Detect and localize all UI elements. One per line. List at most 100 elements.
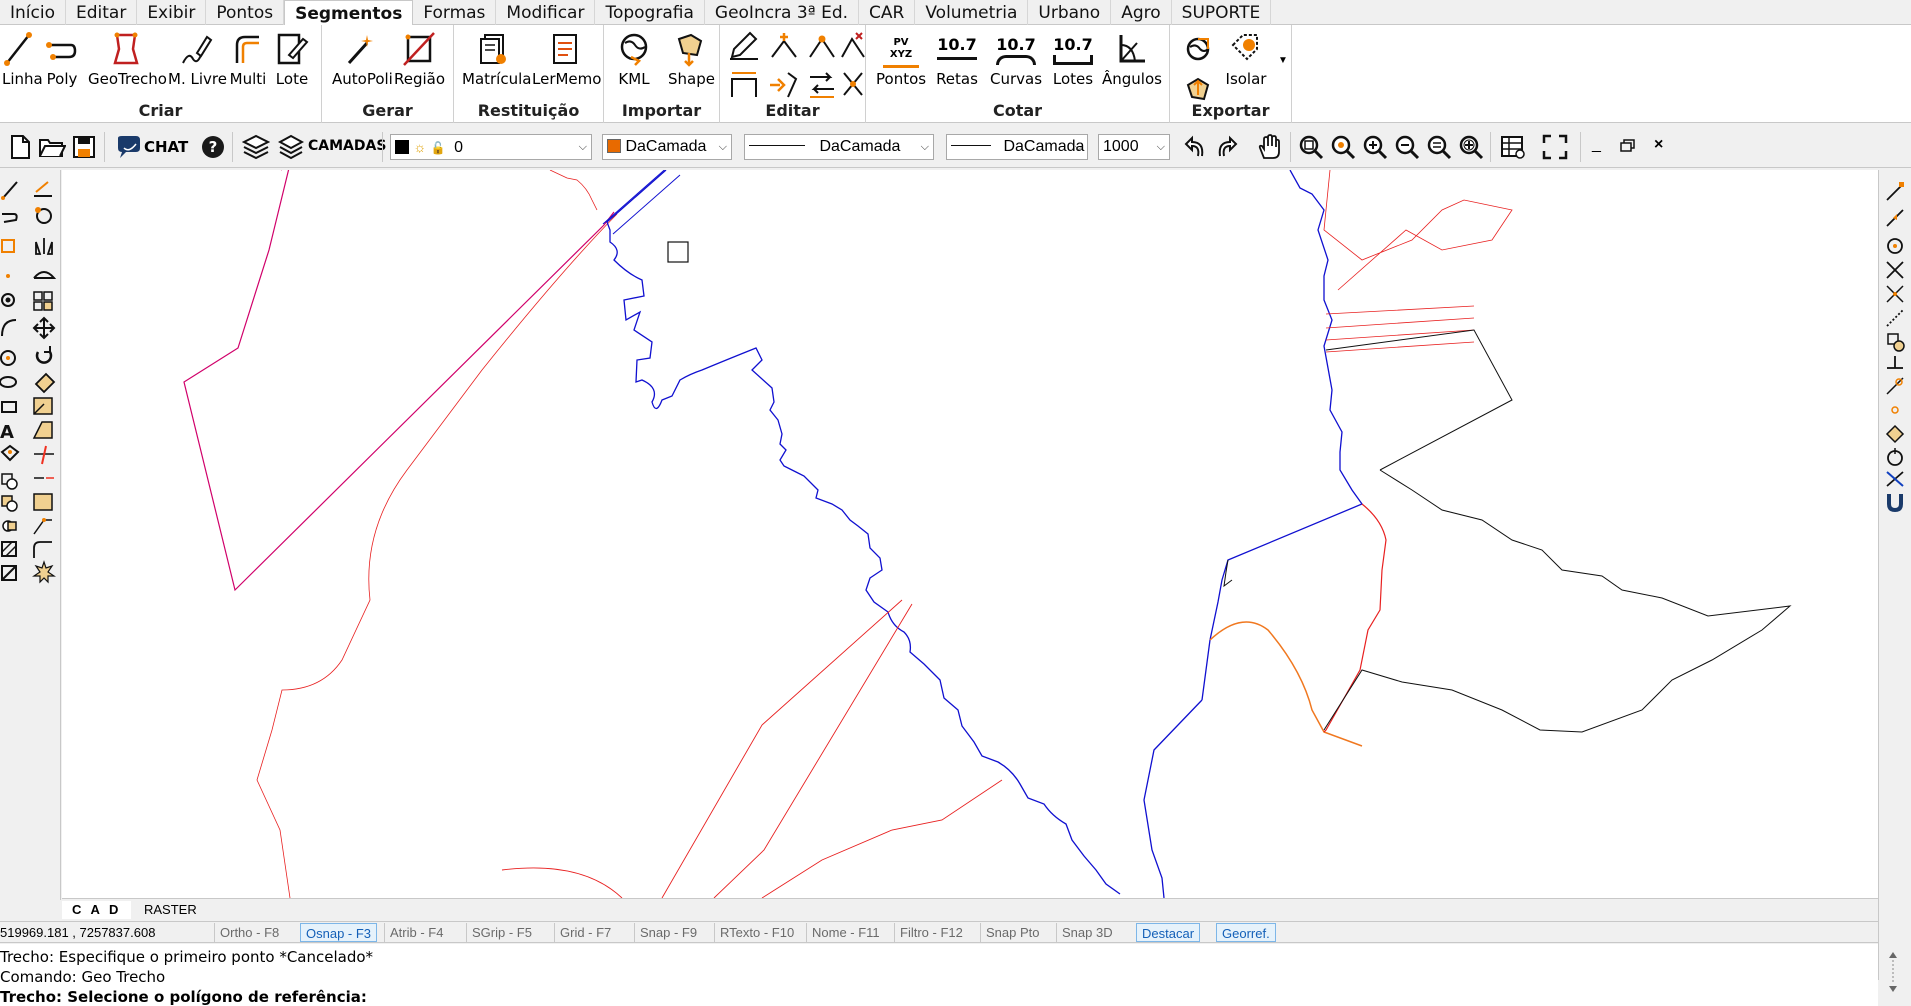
add-vertex-icon[interactable]	[768, 31, 800, 61]
snap-extension-icon[interactable]	[1886, 309, 1904, 327]
table-view-icon[interactable]	[1500, 134, 1526, 160]
multi-button[interactable]: Multi	[228, 31, 268, 88]
polyline-tool-icon[interactable]	[2, 213, 18, 223]
snap-intersection-icon[interactable]	[1886, 261, 1904, 279]
menu-tab-car[interactable]: CAR	[859, 0, 916, 25]
export-globe-icon[interactable]	[1184, 35, 1212, 63]
matricula-button[interactable]: Matrícula	[462, 31, 531, 88]
layers-icon[interactable]	[242, 134, 270, 160]
zoom-in-icon[interactable]	[1362, 134, 1388, 160]
mlivre-button[interactable]: M. Livre	[168, 31, 227, 88]
edit-pencil-icon[interactable]	[728, 31, 760, 61]
snap-node-icon[interactable]	[1891, 406, 1899, 414]
status-toggle-osnap-f3[interactable]: Osnap - F3	[300, 923, 378, 942]
minimize-icon[interactable]: _	[1592, 136, 1601, 154]
snap-perpendicular-icon[interactable]	[1887, 356, 1903, 369]
status-toggle-rtexto-f10[interactable]: RTexto - F10	[714, 923, 799, 942]
layer-select[interactable]: ☼ 🔓 0 ⌵	[390, 134, 592, 160]
isolar-dropdown-arrow-icon[interactable]: ▼	[1278, 55, 1288, 66]
status-toggle-grid-f7[interactable]: Grid - F7	[554, 923, 616, 942]
snap-quadrant-icon[interactable]	[1885, 424, 1905, 444]
menu-tab-pontos[interactable]: Pontos	[206, 0, 285, 25]
tab-cad[interactable]: C A D	[62, 901, 132, 919]
status-toggle-sgrip-f5[interactable]: SGrip - F5	[466, 923, 537, 942]
hatch-area-tool-icon[interactable]	[1, 541, 17, 557]
menu-tab-agro[interactable]: Agro	[1111, 0, 1172, 25]
help-icon[interactable]: ?	[200, 134, 226, 160]
snap-tangent-icon[interactable]	[1886, 377, 1904, 395]
lineweight-select[interactable]: DaCamada ⌵	[946, 134, 1088, 160]
menu-tab-topografia[interactable]: Topografia	[595, 0, 705, 25]
snap-magnet-icon[interactable]	[1887, 494, 1903, 513]
break-icon[interactable]	[768, 69, 800, 99]
scale-tool-icon[interactable]	[33, 397, 53, 415]
geotrecho-button[interactable]: GeoTrecho	[88, 31, 167, 88]
status-toggle-snap-pto[interactable]: Snap Pto	[980, 923, 1045, 942]
move-vertex-icon[interactable]	[806, 31, 838, 61]
draw-line-tool-icon[interactable]	[1, 181, 18, 200]
status-toggle-ortho-f8[interactable]: Ortho - F8	[214, 923, 284, 942]
lermemo-button[interactable]: LerMemo	[532, 31, 601, 88]
menu-tab-exibir[interactable]: Exibir	[137, 0, 207, 25]
node-tool-icon[interactable]	[1, 293, 15, 307]
menu-tab-suporte[interactable]: SUPORTE	[1172, 0, 1272, 25]
autopoli-button[interactable]: AutoPoli	[332, 31, 393, 88]
text-tool-icon[interactable]: A	[0, 422, 14, 443]
export-shape-icon[interactable]	[1184, 75, 1212, 103]
menu-tab-formas[interactable]: Formas	[413, 0, 497, 25]
menu-tab-editar[interactable]: Editar	[66, 0, 138, 25]
menu-tab-in-cio[interactable]: Início	[0, 0, 66, 25]
status-toggle-destacar[interactable]: Destacar	[1136, 923, 1201, 942]
break-tool-icon[interactable]	[33, 518, 52, 535]
hatch-tool-icon[interactable]	[34, 181, 52, 197]
menu-tab-segmentos[interactable]: Segmentos	[284, 0, 414, 25]
stretch-tool-icon[interactable]	[32, 421, 53, 439]
mirror-tool-icon[interactable]	[35, 238, 53, 255]
save-icon[interactable]	[72, 134, 96, 160]
reverse-icon[interactable]	[806, 69, 838, 99]
snap-none-icon[interactable]	[1886, 471, 1904, 487]
linha-button[interactable]: Linha	[2, 31, 43, 88]
array-tool-icon[interactable]	[33, 291, 53, 311]
rotate-tool-icon[interactable]	[35, 346, 53, 364]
kml-button[interactable]: KML	[616, 31, 652, 88]
fullscreen-icon[interactable]	[1542, 134, 1568, 160]
group-tool-icon[interactable]	[1, 495, 18, 512]
explode-block-tool-icon[interactable]	[2, 520, 17, 532]
snap-midpoint-icon[interactable]	[1886, 209, 1904, 227]
trim-tool-icon[interactable]	[34, 445, 54, 465]
status-toggle-snap-f9[interactable]: Snap - F9	[634, 923, 702, 942]
menu-tab-modificar[interactable]: Modificar	[496, 0, 596, 25]
camadas-button[interactable]: CAMADAS	[308, 138, 386, 154]
shape-button[interactable]: Shape	[668, 31, 715, 88]
regiao-button[interactable]: Região	[394, 31, 445, 88]
redo-icon[interactable]	[1214, 134, 1238, 160]
lotes-button[interactable]: 10.7 Lotes	[1048, 31, 1098, 88]
region-tool-icon[interactable]	[1, 565, 17, 581]
chat-button[interactable]: CHAT	[144, 138, 188, 156]
zoom-out-icon[interactable]	[1394, 134, 1420, 160]
poly-button[interactable]: Poly	[44, 31, 80, 88]
color-select[interactable]: DaCamada ⌵	[602, 134, 732, 160]
zoom-previous-icon[interactable]	[1426, 134, 1452, 160]
menu-tab-urbano[interactable]: Urbano	[1028, 0, 1112, 25]
tangent-tool-icon[interactable]	[35, 207, 52, 224]
offset-tool-icon[interactable]	[33, 271, 57, 279]
circle-tool-icon[interactable]	[0, 350, 16, 366]
drawing-canvas[interactable]	[62, 162, 1878, 899]
explode-tool-icon[interactable]	[32, 560, 56, 584]
rectangle-tool-icon[interactable]	[1, 401, 17, 413]
status-toggle-atrib-f4[interactable]: Atrib - F4	[384, 923, 448, 942]
cross-trim-icon[interactable]	[840, 69, 866, 99]
angulos-button[interactable]: Ângulos	[1102, 31, 1162, 88]
arc-tool-icon[interactable]	[1, 319, 17, 337]
block-insert-tool-icon[interactable]	[1, 473, 18, 490]
status-toggle-snap-3d[interactable]: Snap 3D	[1056, 923, 1118, 942]
menu-tab-volumetria[interactable]: Volumetria	[915, 0, 1029, 25]
restore-icon[interactable]	[1620, 139, 1636, 153]
lote-button[interactable]: Lote	[274, 31, 310, 88]
snap-endpoint-icon[interactable]	[1886, 182, 1904, 201]
command-scrollbar[interactable]	[1889, 952, 1897, 992]
command-history[interactable]: Trecho: Especifique o primeiro ponto *Ca…	[0, 944, 1878, 1006]
move-tool-icon[interactable]	[32, 316, 56, 340]
